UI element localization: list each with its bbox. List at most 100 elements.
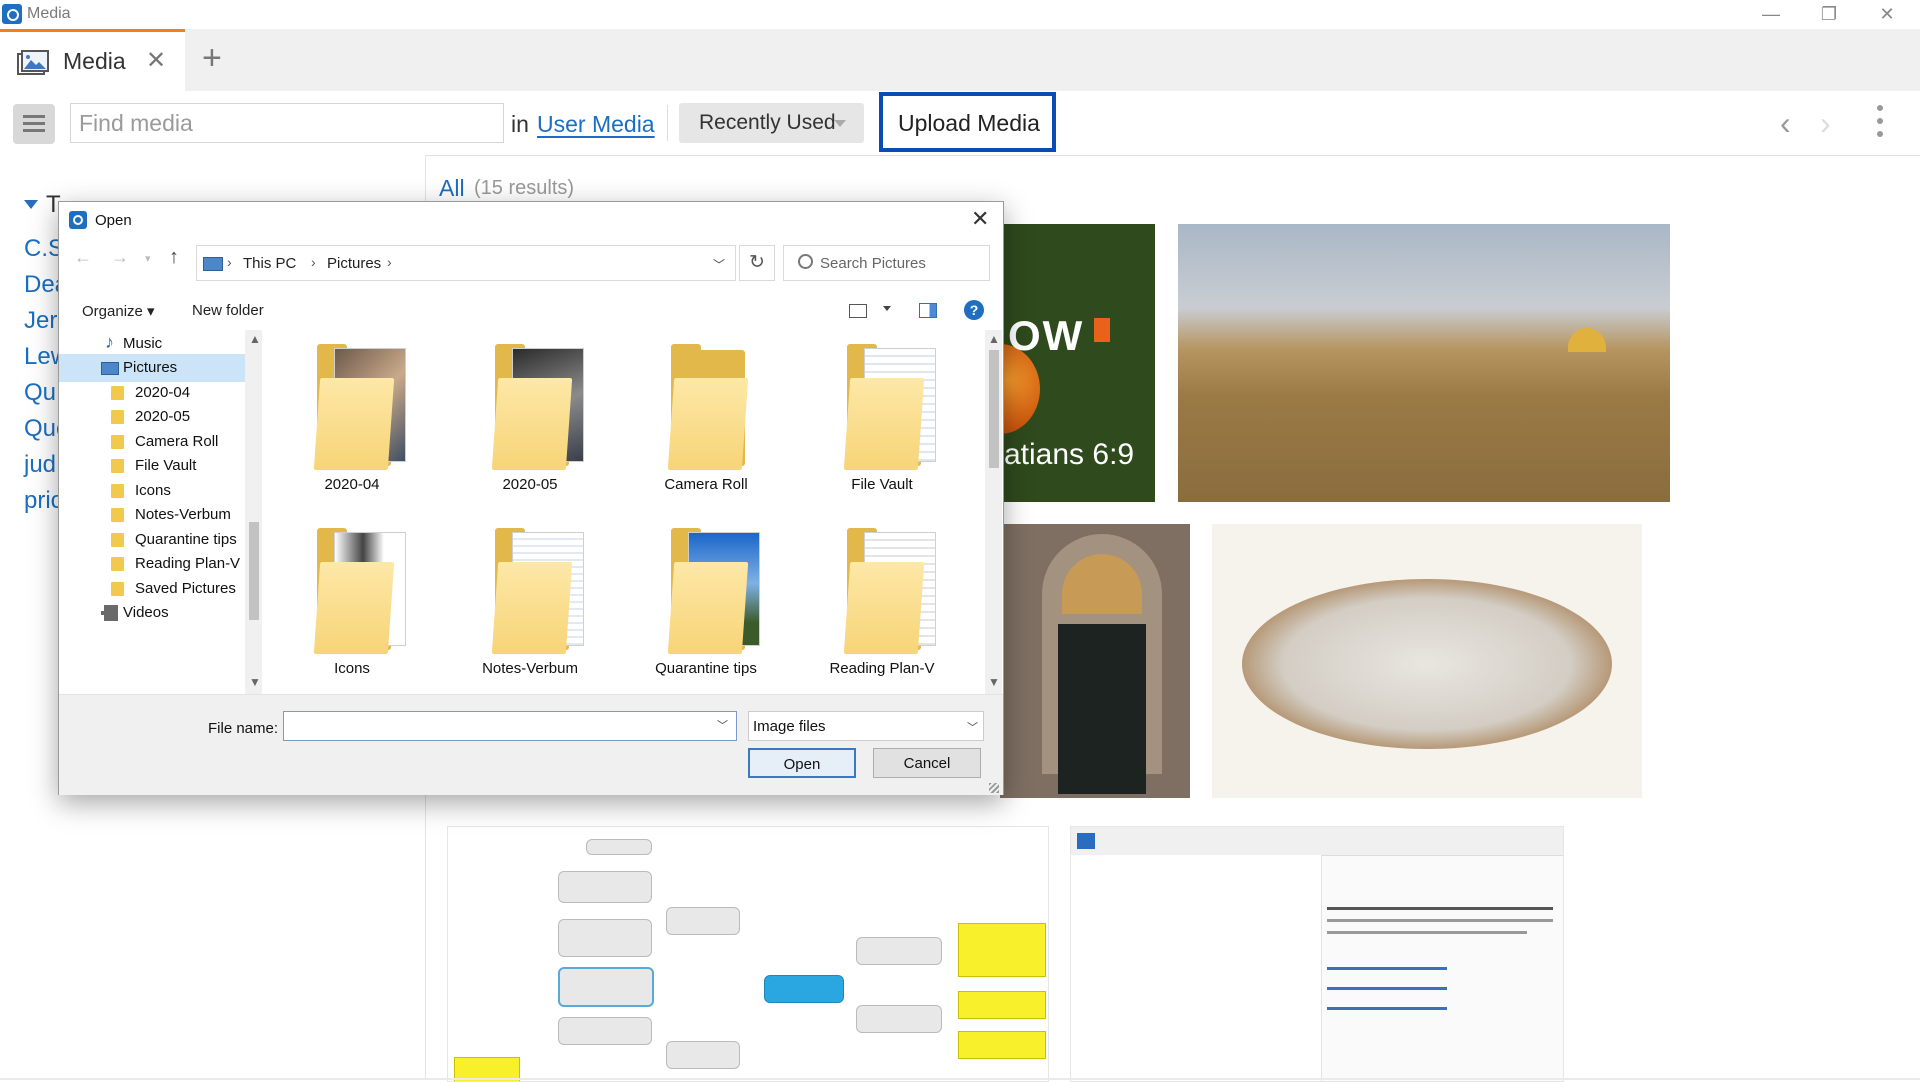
- thumbnail-art: [1058, 624, 1146, 794]
- folder-tile[interactable]: Camera Roll: [636, 338, 776, 508]
- open-button[interactable]: Open: [748, 748, 856, 778]
- collapse-caret-icon[interactable]: [24, 200, 38, 209]
- close-window-button[interactable]: ✕: [1862, 2, 1912, 28]
- scroll-up-icon[interactable]: ▲: [249, 332, 261, 346]
- folder-tile[interactable]: 2020-05: [460, 338, 600, 508]
- breadcrumb-pictures[interactable]: Pictures: [327, 255, 381, 272]
- add-tab-button[interactable]: +: [202, 39, 222, 78]
- address-bar[interactable]: › This PC › Pictures › ﹀: [196, 245, 736, 281]
- tree-item-pictures[interactable]: Pictures: [59, 354, 245, 382]
- chevron-down-icon[interactable]: ﹀: [713, 256, 725, 273]
- minimize-button[interactable]: —: [1746, 2, 1796, 28]
- app-logo-icon: [2, 4, 22, 24]
- thumbnail-art: [1071, 855, 1322, 1081]
- thumbnail-art: [1094, 318, 1110, 342]
- refresh-button[interactable]: ↻: [739, 245, 775, 281]
- folder-tile[interactable]: Reading Plan-V: [812, 522, 952, 692]
- help-icon[interactable]: ?: [964, 300, 984, 320]
- folder-tile[interactable]: 2020-04: [282, 338, 422, 508]
- cancel-button[interactable]: Cancel: [873, 748, 981, 778]
- folder-tile[interactable]: Notes-Verbum: [460, 522, 600, 692]
- back-arrow-icon[interactable]: ‹: [1780, 105, 1791, 142]
- folder-name: Quarantine tips: [655, 660, 757, 677]
- tree-item-videos[interactable]: Videos: [59, 599, 245, 627]
- folder-name: File Vault: [851, 476, 913, 493]
- thumbnail-art: [1242, 579, 1612, 749]
- folder-icon: [111, 508, 124, 522]
- results-filter-all[interactable]: All: [439, 175, 465, 202]
- sidebar-item[interactable]: pric: [24, 487, 63, 515]
- thumbnail-art: [1071, 827, 1563, 856]
- media-thumbnail[interactable]: [1070, 826, 1564, 1082]
- thumbnail-art: [558, 871, 652, 903]
- change-view-icon[interactable]: [849, 304, 867, 318]
- folder-name: 2020-04: [324, 476, 380, 493]
- results-count: (15 results): [474, 177, 575, 199]
- breadcrumb-separator-icon[interactable]: ›: [387, 254, 392, 270]
- sidebar-item[interactable]: Jer: [24, 307, 57, 335]
- preview-pane-icon[interactable]: [919, 303, 937, 318]
- media-thumbnail[interactable]: [1178, 224, 1670, 502]
- chevron-down-icon[interactable]: [883, 306, 891, 311]
- organize-button[interactable]: Organize ▾: [82, 302, 155, 320]
- dialog-close-button[interactable]: ✕: [971, 206, 989, 232]
- folder-tile[interactable]: File Vault: [812, 338, 952, 508]
- scroll-down-icon[interactable]: ▼: [249, 675, 261, 689]
- back-arrow-icon[interactable]: ←: [74, 247, 92, 268]
- media-thumbnail[interactable]: [447, 826, 1049, 1082]
- nav-scrollbar-thumb[interactable]: [249, 522, 259, 620]
- folder-tile[interactable]: Icons: [282, 522, 422, 692]
- more-options-icon[interactable]: [1876, 105, 1884, 139]
- file-name-input[interactable]: [283, 711, 737, 741]
- thumbnail-art: [666, 907, 740, 935]
- chevron-down-icon[interactable]: ﹀: [717, 717, 728, 733]
- media-thumbnail[interactable]: [1212, 524, 1642, 798]
- folder-icon: [111, 533, 124, 547]
- sidebar-item[interactable]: Qu: [24, 379, 56, 407]
- file-scrollbar-thumb[interactable]: [989, 350, 999, 468]
- title-bar: Media — ❐ ✕: [0, 0, 1920, 29]
- tab-close-icon[interactable]: ✕: [146, 46, 166, 75]
- tree-item-label: Saved Pictures: [135, 580, 236, 597]
- search-input[interactable]: [70, 103, 504, 143]
- dialog-footer: File name: ﹀ Image files ﹀ Open Cancel: [59, 694, 1003, 795]
- folder-icon: [313, 378, 395, 470]
- thumbnail-art: [1327, 1007, 1447, 1010]
- media-thumbnail[interactable]: [1000, 524, 1190, 798]
- media-thumbnail[interactable]: OW atians 6:9: [1000, 224, 1155, 502]
- tree-item-folder[interactable]: File Vault: [59, 452, 245, 480]
- videos-icon: [101, 605, 118, 621]
- file-list: 2020-04 2020-05 Camera Roll File Vault I…: [262, 330, 1002, 694]
- breadcrumb-this-pc[interactable]: This PC: [243, 255, 296, 272]
- folder-icon: [111, 386, 124, 400]
- resize-grip-icon[interactable]: [989, 783, 999, 793]
- tree-item-folder[interactable]: Reading Plan-V: [59, 550, 245, 578]
- nav-scrollbar[interactable]: [245, 330, 262, 694]
- upload-media-button[interactable]: Upload Media: [879, 92, 1056, 152]
- up-arrow-icon[interactable]: ↑: [169, 246, 179, 269]
- forward-arrow-icon[interactable]: ›: [1820, 105, 1831, 142]
- music-icon: ♪: [105, 332, 114, 352]
- scope-link[interactable]: User Media: [537, 111, 655, 138]
- file-type-select[interactable]: Image files ﹀: [748, 711, 984, 741]
- sidebar-item[interactable]: jud: [24, 451, 56, 479]
- tab-media[interactable]: Media ✕: [0, 29, 185, 91]
- forward-arrow-icon[interactable]: →: [111, 247, 129, 268]
- dialog-search-input[interactable]: Search Pictures: [783, 245, 990, 281]
- restore-button[interactable]: ❐: [1804, 2, 1854, 28]
- chevron-down-icon: ﹀: [967, 722, 978, 734]
- folder-tile[interactable]: Quarantine tips: [636, 522, 776, 692]
- tree-item-folder[interactable]: 2020-05: [59, 403, 245, 431]
- tree-item-folder[interactable]: Notes-Verbum: [59, 501, 245, 529]
- breadcrumb-separator-icon[interactable]: ›: [311, 254, 316, 270]
- scroll-up-icon[interactable]: ▲: [988, 332, 1000, 346]
- sort-dropdown[interactable]: Recently Used: [679, 103, 864, 143]
- folder-icon: [111, 435, 124, 449]
- refresh-icon: ↻: [749, 252, 765, 273]
- hamburger-menu-button[interactable]: [13, 104, 55, 144]
- thumbnail-art: [586, 839, 652, 855]
- scroll-down-icon[interactable]: ▼: [988, 675, 1000, 689]
- recent-locations-icon[interactable]: ▾: [145, 252, 151, 265]
- tree-item-label: Videos: [123, 604, 169, 621]
- new-folder-button[interactable]: New folder: [192, 302, 264, 319]
